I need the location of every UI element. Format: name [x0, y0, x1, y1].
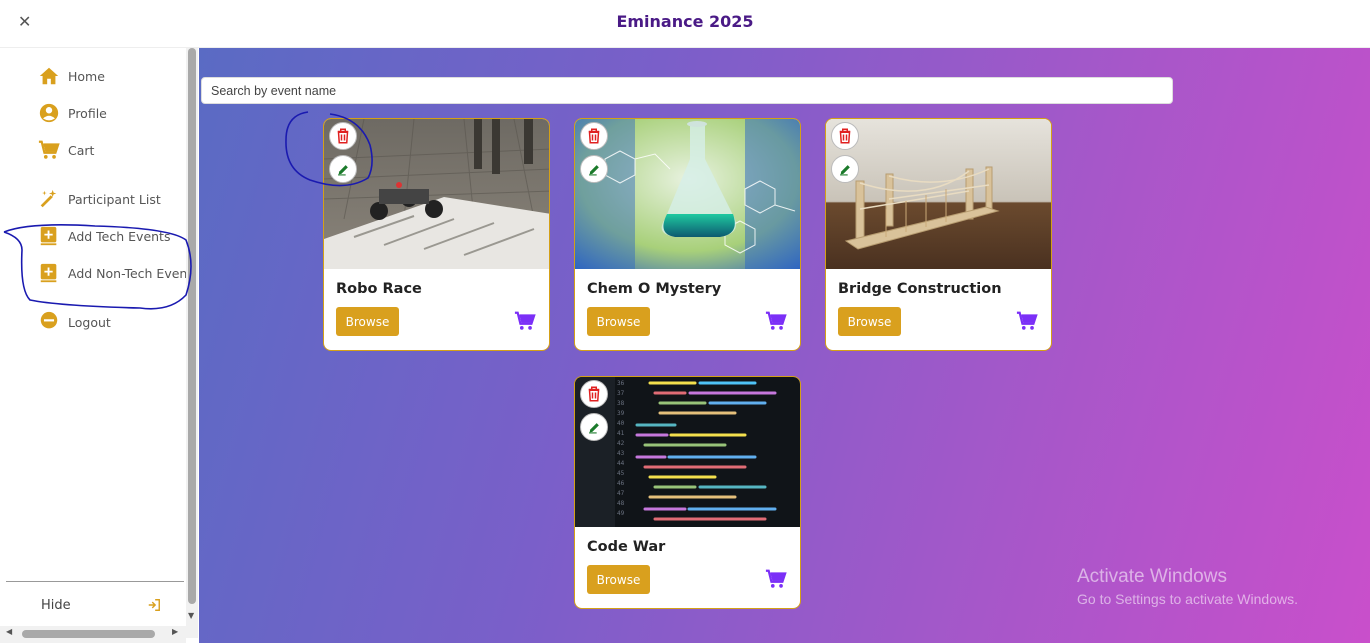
event-title: Bridge Construction: [838, 281, 1002, 297]
browse-button[interactable]: Browse: [336, 307, 399, 336]
add-to-cart-icon[interactable]: [765, 568, 787, 594]
sidebar-divider: [6, 581, 184, 582]
sidebar-item-label: Profile: [68, 105, 107, 121]
windows-activation-watermark-subtitle: Go to Settings to activate Windows.: [1077, 591, 1298, 607]
sidebar-item-label: Participant List: [68, 191, 161, 207]
sidebar-vertical-scrollbar[interactable]: ▼: [186, 48, 198, 638]
event-card: Bridge Construction Browse: [825, 118, 1052, 351]
event-image: [826, 119, 1051, 269]
svg-text:41: 41: [617, 430, 625, 437]
svg-text:48: 48: [617, 500, 625, 507]
sidebar-item-label: Home: [68, 68, 105, 84]
event-title: Code War: [587, 539, 666, 555]
svg-text:46: 46: [617, 480, 625, 487]
svg-text:42: 42: [617, 440, 625, 447]
trash-icon: [337, 128, 349, 144]
event-title: Chem O Mystery: [587, 281, 722, 297]
svg-text:47: 47: [617, 490, 625, 497]
event-image: 36 37 38 39 40 41 42 43 44 45 46 47 48 49: [575, 377, 800, 527]
sidebar-item-logout[interactable]: Logout: [38, 311, 111, 333]
edit-event-button[interactable]: [580, 413, 608, 441]
app-title: Eminance 2025: [616, 12, 754, 31]
sidebar-item-add-non-tech-events[interactable]: Add Non-Tech Events: [38, 262, 186, 284]
add-to-cart-icon[interactable]: [514, 310, 536, 336]
delete-event-button[interactable]: [329, 122, 357, 150]
event-image: [575, 119, 800, 269]
event-card: Chem O Mystery Browse: [574, 118, 801, 351]
svg-text:40: 40: [617, 420, 625, 427]
magic-wand-icon: [38, 188, 60, 210]
delete-event-button[interactable]: [580, 380, 608, 408]
add-to-cart-icon[interactable]: [765, 310, 787, 336]
scrollbar-thumb[interactable]: [22, 630, 155, 638]
trash-icon: [588, 386, 600, 402]
scrollbar-thumb[interactable]: [188, 48, 196, 604]
sidebar-item-add-tech-events[interactable]: Add Tech Events: [38, 225, 186, 247]
scroll-right-arrow-icon[interactable]: ▶: [172, 627, 178, 636]
main-content: Robo Race Browse: [199, 48, 1370, 643]
top-bar: ✕ Eminance 2025: [0, 0, 1370, 48]
windows-activation-watermark-title: Activate Windows: [1077, 566, 1227, 587]
sidebar-item-participant-list[interactable]: Participant List: [38, 188, 161, 210]
edit-event-button[interactable]: [580, 155, 608, 183]
hide-sidebar-button[interactable]: Hide: [41, 598, 71, 613]
svg-text:44: 44: [617, 460, 625, 467]
sidebar-item-home[interactable]: Home: [38, 65, 105, 87]
svg-text:39: 39: [617, 410, 625, 417]
minus-circle-icon: [38, 311, 60, 333]
browse-button[interactable]: Browse: [587, 565, 650, 594]
scroll-left-arrow-icon[interactable]: ◀: [6, 627, 12, 636]
svg-text:43: 43: [617, 450, 625, 457]
edit-event-button[interactable]: [831, 155, 859, 183]
event-title: Robo Race: [336, 281, 422, 297]
pencil-icon: [337, 164, 348, 175]
user-circle-icon: [38, 102, 60, 124]
browse-button[interactable]: Browse: [587, 307, 650, 336]
delete-event-button[interactable]: [831, 122, 859, 150]
svg-text:38: 38: [617, 400, 625, 407]
home-icon: [38, 65, 60, 87]
add-box-icon: [38, 262, 60, 284]
event-image: [324, 119, 549, 269]
event-card: 36 37 38 39 40 41 42 43 44 45 46 47 48 49: [574, 376, 801, 609]
cart-icon: [38, 139, 60, 161]
sidebar-item-label: Add Non-Tech Events: [68, 265, 186, 281]
svg-text:37: 37: [617, 390, 625, 397]
delete-event-button[interactable]: [580, 122, 608, 150]
browse-button[interactable]: Browse: [838, 307, 901, 336]
search-input[interactable]: [201, 77, 1173, 104]
sidebar-horizontal-scrollbar[interactable]: ◀ ▶: [0, 626, 186, 643]
sidebar-item-label: Logout: [68, 314, 111, 330]
sidebar-item-label: Cart: [68, 142, 95, 158]
sidebar-item-profile[interactable]: Profile: [38, 102, 107, 124]
exit-icon[interactable]: [147, 597, 161, 616]
add-to-cart-icon[interactable]: [1016, 310, 1038, 336]
sidebar-item-cart[interactable]: Cart: [38, 139, 94, 161]
pencil-icon: [839, 164, 850, 175]
svg-text:36: 36: [617, 380, 625, 387]
add-box-icon: [38, 225, 60, 247]
pencil-icon: [588, 164, 599, 175]
edit-event-button[interactable]: [329, 155, 357, 183]
event-card: Robo Race Browse: [323, 118, 550, 351]
trash-icon: [839, 128, 851, 144]
sidebar: Home Profile Cart Participant List Add T…: [0, 48, 199, 643]
svg-text:49: 49: [617, 510, 625, 517]
scroll-down-arrow-icon[interactable]: ▼: [188, 611, 194, 620]
pencil-icon: [588, 422, 599, 433]
sidebar-item-label: Add Tech Events: [68, 228, 171, 244]
svg-text:45: 45: [617, 470, 625, 477]
trash-icon: [588, 128, 600, 144]
